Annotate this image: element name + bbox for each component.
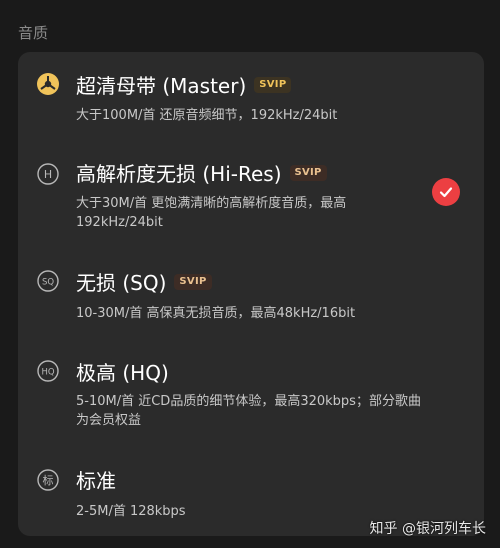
option-title: 极高 (HQ): [76, 357, 169, 386]
option-title: 超清母带 (Master) SVIP: [76, 70, 292, 99]
quality-settings-screen: 音质 超清母带 (Master) SVIP 大于100M/首 还原音频细节，19…: [0, 0, 500, 548]
sq-icon: SQ: [37, 270, 59, 292]
hi-res-icon: H: [37, 163, 59, 185]
watermark: 知乎 @银河列车长: [369, 521, 486, 537]
master-disc-icon: [37, 73, 59, 95]
svg-text:SQ: SQ: [42, 278, 54, 288]
option-title-text: 高解析度无损 (Hi-Res): [76, 162, 282, 186]
option-description: 大于100M/首 还原音频细节，192kHz/24bit: [76, 108, 338, 123]
quality-option-master[interactable]: 超清母带 (Master) SVIP 大于100M/首 还原音频细节，192kH…: [18, 52, 484, 136]
quality-options-card: 超清母带 (Master) SVIP 大于100M/首 还原音频细节，192kH…: [18, 52, 484, 536]
svg-text:标: 标: [43, 473, 54, 487]
option-description: 大于30M/首 更饱满清晰的高解析度音质，最高192kHz/24bit: [76, 196, 347, 230]
option-title-text: 超清母带 (Master): [76, 74, 247, 98]
section-title: 音质: [18, 24, 49, 42]
option-description: 5-10M/首 近CD品质的细节体验，最高320kbps；部分歌曲为会员权益: [76, 394, 421, 428]
svg-text:HQ: HQ: [41, 368, 54, 378]
option-title-text: 标准: [76, 469, 116, 493]
svip-badge: SVIP: [289, 164, 327, 181]
option-description: 10-30M/首 高保真无损音质，最高48kHz/16bit: [76, 306, 356, 321]
option-title: 高解析度无损 (Hi-Res) SVIP: [76, 158, 327, 187]
option-title-text: 无损 (SQ): [76, 271, 167, 295]
option-title-text: 极高 (HQ): [76, 361, 169, 385]
standard-icon: 标: [37, 469, 59, 491]
hq-icon: HQ: [37, 360, 59, 382]
svg-text:H: H: [44, 168, 52, 181]
quality-option-sq[interactable]: SQ 无损 (SQ) SVIP 10-30M/首 高保真无损音质，最高48kHz…: [18, 256, 484, 334]
option-title: 无损 (SQ) SVIP: [76, 267, 212, 296]
option-title: 标准: [76, 465, 116, 494]
svip-badge: SVIP: [254, 76, 292, 93]
selected-check-icon: [432, 178, 460, 206]
quality-option-hq[interactable]: HQ 极高 (HQ) 5-10M/首 近CD品质的细节体验，最高320kbps；…: [18, 348, 484, 438]
quality-option-hi-res[interactable]: H 高解析度无损 (Hi-Res) SVIP 大于30M/首 更饱满清晰的高解析…: [18, 148, 484, 244]
svip-badge: SVIP: [174, 273, 212, 290]
